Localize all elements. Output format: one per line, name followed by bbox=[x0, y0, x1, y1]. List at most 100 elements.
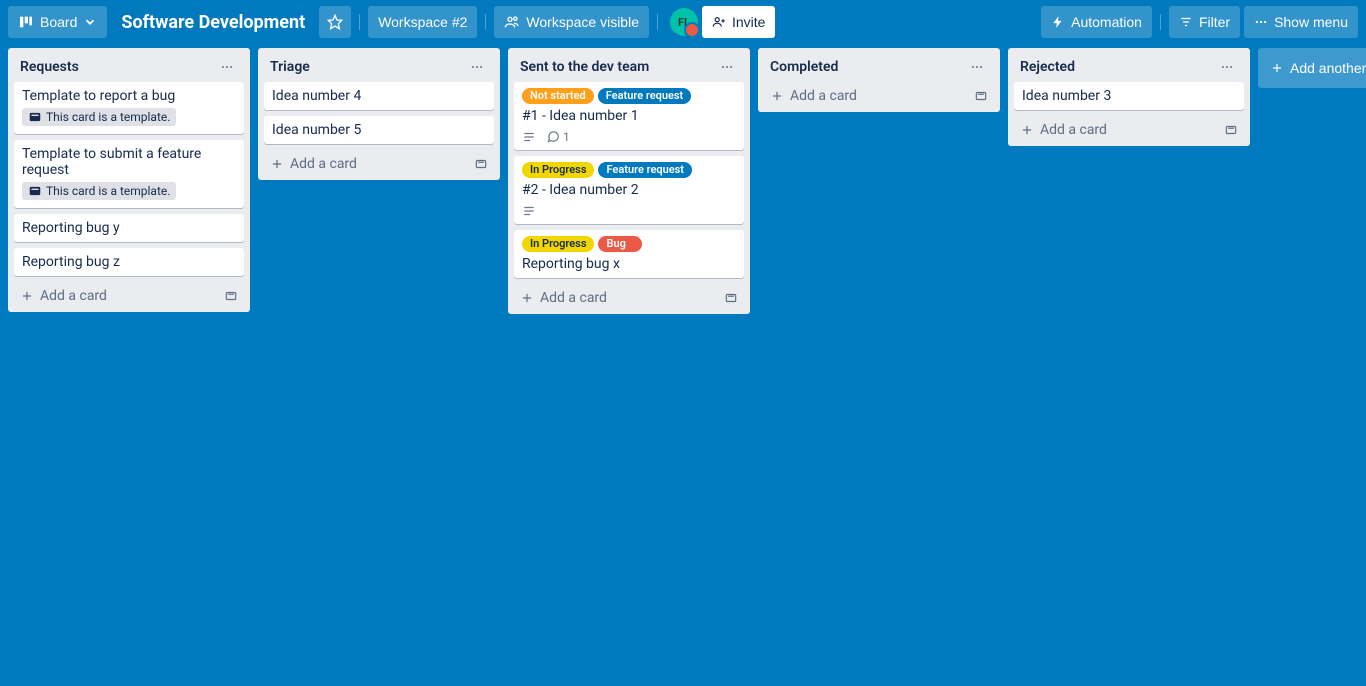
comments-badge: 1 bbox=[546, 130, 570, 144]
list-dev-team: Sent to the dev team Not started Feature… bbox=[508, 48, 750, 314]
invite-label: Invite bbox=[732, 14, 765, 30]
list-requests: Requests Template to report a bug This c… bbox=[8, 48, 250, 312]
show-menu-label: Show menu bbox=[1274, 14, 1348, 30]
label-feature-request[interactable]: Feature request bbox=[598, 88, 692, 104]
template-badge-text: This card is a template. bbox=[46, 184, 170, 198]
view-switcher-label: Board bbox=[40, 14, 77, 30]
card[interactable]: Idea number 3 bbox=[1014, 82, 1244, 110]
plus-icon bbox=[20, 289, 34, 303]
automation-button[interactable]: Automation bbox=[1041, 6, 1152, 38]
add-list-label: Add another list bbox=[1290, 60, 1366, 76]
workspace-button[interactable]: Workspace #2 bbox=[368, 6, 477, 38]
add-card-label: Add a card bbox=[1040, 122, 1107, 138]
user-plus-icon bbox=[712, 15, 726, 29]
list-title[interactable]: Completed bbox=[770, 59, 838, 75]
show-menu-button[interactable]: Show menu bbox=[1244, 6, 1358, 38]
list-menu-button[interactable] bbox=[966, 58, 988, 76]
card-title: Idea number 5 bbox=[272, 122, 486, 138]
card-title: Idea number 3 bbox=[1022, 88, 1236, 104]
label-not-started[interactable]: Not started bbox=[522, 88, 594, 104]
member-avatar[interactable]: FL bbox=[670, 8, 698, 36]
board-canvas: Requests Template to report a bug This c… bbox=[0, 44, 1366, 318]
list-title[interactable]: Triage bbox=[270, 59, 310, 75]
description-icon bbox=[522, 130, 536, 144]
label-in-progress[interactable]: In Progress bbox=[522, 162, 594, 178]
star-button[interactable] bbox=[319, 6, 351, 38]
bolt-icon bbox=[1051, 15, 1065, 29]
add-list-button[interactable]: Add another list bbox=[1258, 48, 1366, 88]
add-card-label: Add a card bbox=[790, 88, 857, 104]
board-title[interactable]: Software Development bbox=[111, 12, 315, 33]
list-menu-button[interactable] bbox=[466, 58, 488, 76]
divider bbox=[1160, 14, 1161, 30]
template-picker-icon[interactable] bbox=[1224, 123, 1238, 137]
list-completed: Completed Add a card bbox=[758, 48, 1000, 112]
template-badge-text: This card is a template. bbox=[46, 110, 170, 124]
list-title[interactable]: Rejected bbox=[1020, 59, 1075, 75]
comments-count: 1 bbox=[563, 130, 570, 144]
card-title: Reporting bug y bbox=[22, 220, 236, 236]
plus-icon bbox=[1270, 61, 1284, 75]
card-title: Reporting bug z bbox=[22, 254, 236, 270]
add-card-label: Add a card bbox=[290, 156, 357, 172]
workspace-label: Workspace #2 bbox=[378, 14, 467, 30]
dots-icon bbox=[1254, 15, 1268, 29]
plus-icon bbox=[520, 291, 534, 305]
view-switcher-button[interactable]: Board bbox=[8, 6, 107, 38]
list-rejected: Rejected Idea number 3 Add a card bbox=[1008, 48, 1250, 146]
list-menu-button[interactable] bbox=[716, 58, 738, 76]
visibility-label: Workspace visible bbox=[526, 14, 639, 30]
card[interactable]: Idea number 5 bbox=[264, 116, 494, 144]
card-title: Template to submit a feature request bbox=[22, 146, 236, 178]
automation-label: Automation bbox=[1071, 14, 1142, 30]
list-title[interactable]: Requests bbox=[20, 59, 79, 75]
card[interactable]: Template to report a bug This card is a … bbox=[14, 82, 244, 134]
board-view-icon bbox=[18, 14, 34, 30]
template-picker-icon[interactable] bbox=[974, 89, 988, 103]
star-icon bbox=[327, 14, 343, 30]
plus-icon bbox=[770, 89, 784, 103]
avatar-initials: FL bbox=[678, 16, 690, 29]
card-title: Template to report a bug bbox=[22, 88, 236, 104]
template-icon bbox=[28, 110, 42, 124]
plus-icon bbox=[1020, 123, 1034, 137]
add-card-button[interactable]: Add a card bbox=[764, 82, 994, 106]
card-title: #1 - Idea number 1 bbox=[522, 108, 736, 124]
list-menu-button[interactable] bbox=[1216, 58, 1238, 76]
list-menu-button[interactable] bbox=[216, 58, 238, 76]
description-icon bbox=[522, 204, 536, 218]
add-card-button[interactable]: Add a card bbox=[514, 284, 744, 308]
divider bbox=[485, 14, 486, 30]
divider bbox=[657, 14, 658, 30]
template-badge: This card is a template. bbox=[22, 108, 176, 126]
label-feature-request[interactable]: Feature request bbox=[598, 162, 692, 178]
invite-button[interactable]: Invite bbox=[702, 6, 775, 38]
template-picker-icon[interactable] bbox=[724, 291, 738, 305]
template-icon bbox=[28, 184, 42, 198]
list-title[interactable]: Sent to the dev team bbox=[520, 59, 649, 75]
label-in-progress[interactable]: In Progress bbox=[522, 236, 594, 252]
plus-icon bbox=[270, 157, 284, 171]
template-picker-icon[interactable] bbox=[474, 157, 488, 171]
list-triage: Triage Idea number 4 Idea number 5 Add a… bbox=[258, 48, 500, 180]
card[interactable]: Not started Feature request #1 - Idea nu… bbox=[514, 82, 744, 150]
add-card-button[interactable]: Add a card bbox=[264, 150, 494, 174]
card[interactable]: In Progress Bug Reporting bug x bbox=[514, 230, 744, 278]
template-picker-icon[interactable] bbox=[224, 289, 238, 303]
card-title: Idea number 4 bbox=[272, 88, 486, 104]
card[interactable]: Template to submit a feature request Thi… bbox=[14, 140, 244, 208]
add-card-label: Add a card bbox=[40, 288, 107, 304]
filter-label: Filter bbox=[1199, 14, 1230, 30]
label-bug[interactable]: Bug bbox=[598, 236, 642, 252]
visibility-button[interactable]: Workspace visible bbox=[494, 6, 649, 38]
card[interactable]: Reporting bug z bbox=[14, 248, 244, 276]
add-card-button[interactable]: Add a card bbox=[14, 282, 244, 306]
card[interactable]: Reporting bug y bbox=[14, 214, 244, 242]
add-card-button[interactable]: Add a card bbox=[1014, 116, 1244, 140]
card[interactable]: Idea number 4 bbox=[264, 82, 494, 110]
card[interactable]: In Progress Feature request #2 - Idea nu… bbox=[514, 156, 744, 224]
card-title: Reporting bug x bbox=[522, 256, 736, 272]
filter-icon bbox=[1179, 15, 1193, 29]
chevron-down-icon bbox=[83, 15, 97, 29]
filter-button[interactable]: Filter bbox=[1169, 6, 1240, 38]
